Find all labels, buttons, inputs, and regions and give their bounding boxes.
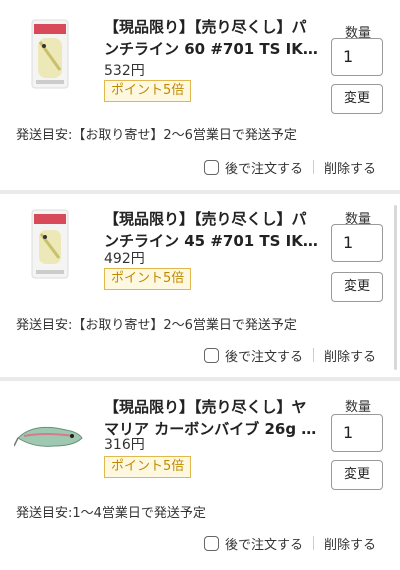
product-image[interactable] [13,402,86,474]
quantity-label: 数量 [345,400,372,415]
point-badge: ポイント5倍 [104,456,192,478]
order-later-label: 後で注文する [225,350,304,365]
order-later-checkbox[interactable]: 後で注文する [204,534,303,553]
change-quantity-button[interactable]: 変更 [331,84,383,114]
item-separator [0,377,400,381]
quantity-input[interactable]: 1 [331,414,383,452]
cart-page: 【現品限り】【売り尽くし】パンチライン 60 #701 TS IKA M… 53… [0,0,400,570]
point-badge: ポイント5倍 [104,268,192,290]
action-divider [313,160,314,174]
order-later-label: 後で注文する [225,538,304,553]
quantity-input[interactable]: 1 [331,38,383,76]
order-later-checkbox[interactable]: 後で注文する [204,158,303,177]
order-later-checkbox[interactable]: 後で注文する [204,346,303,365]
product-image[interactable] [14,208,86,280]
checkbox-icon[interactable] [204,536,219,551]
quantity-input[interactable]: 1 [331,224,383,262]
checkbox-icon[interactable] [204,348,219,363]
product-title[interactable]: 【現品限り】【売り尽くし】パンチライン 60 #701 TS IKA M… [104,16,320,60]
product-title[interactable]: 【現品限り】【売り尽くし】パンチライン 45 #701 TS IKA M… [104,208,320,252]
cart-item: 【現品限り】【売り尽くし】ヤマリア カーボンバイブ 26g 55H… 316円 … [0,382,400,570]
action-divider [313,536,314,550]
point-badge: ポイント5倍 [104,80,192,102]
change-quantity-button[interactable]: 変更 [331,460,383,490]
order-later-label: 後で注文する [225,162,304,177]
checkbox-icon[interactable] [204,160,219,175]
product-price: 316円 [104,437,145,453]
product-price: 492円 [104,251,145,267]
change-quantity-button[interactable]: 変更 [331,272,383,302]
action-divider [313,348,314,362]
product-image[interactable] [14,18,86,90]
shipping-estimate: 発送目安:【お取り寄せ】2〜6営業日で発送予定 [16,318,297,333]
shipping-estimate: 発送目安:【お取り寄せ】2〜6営業日で発送予定 [16,128,297,143]
delete-link[interactable]: 削除する [324,158,376,177]
scrollbar[interactable] [394,205,397,370]
product-price: 532円 [104,63,145,79]
delete-link[interactable]: 削除する [324,534,376,553]
delete-link[interactable]: 削除する [324,346,376,365]
cart-item: 【現品限り】【売り尽くし】パンチライン 60 #701 TS IKA M… 53… [0,0,400,190]
cart-item: 【現品限り】【売り尽くし】パンチライン 45 #701 TS IKA M… 49… [0,194,400,377]
shipping-estimate: 発送目安:1〜4営業日で発送予定 [16,506,206,521]
